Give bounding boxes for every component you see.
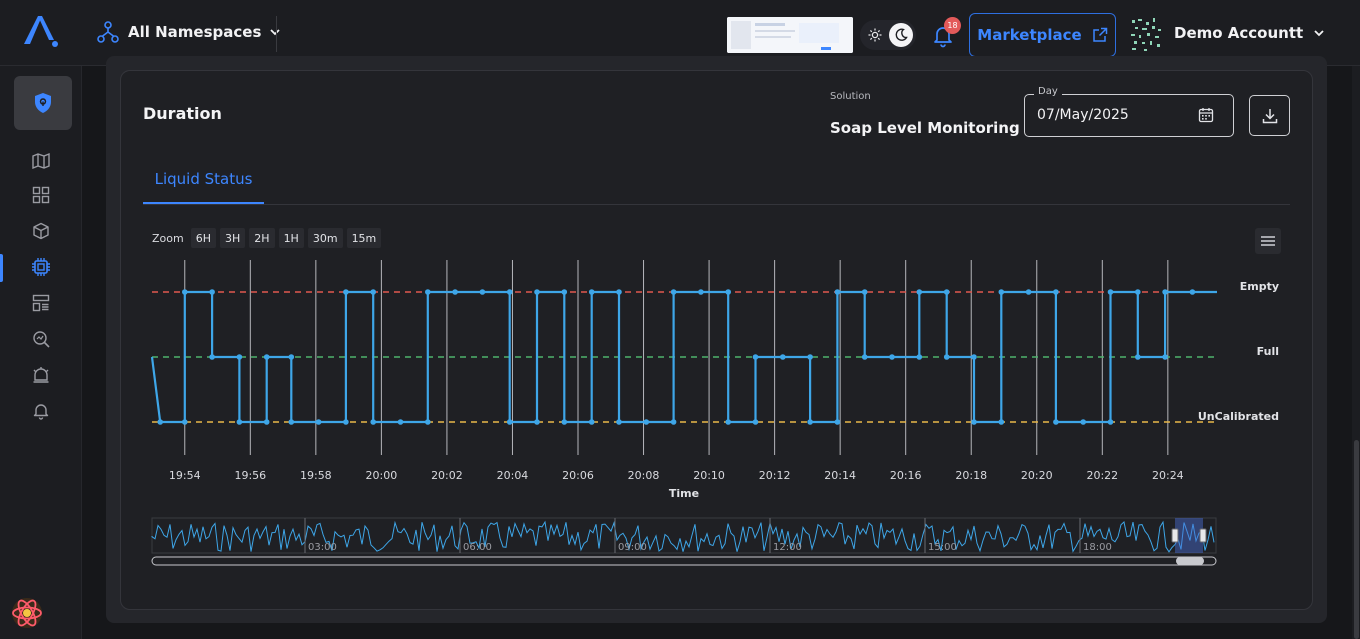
account-name: Demo Accountt: [1174, 24, 1304, 42]
sidebar-item-analytics[interactable]: [29, 327, 53, 351]
account-menu[interactable]: Demo Accountt: [1174, 24, 1325, 42]
chip-icon: [32, 258, 50, 276]
page-scrollbar[interactable]: [1354, 440, 1359, 639]
sidebar-item-map[interactable]: [29, 148, 53, 172]
sidebar-item-notifications[interactable]: [29, 399, 53, 423]
day-value[interactable]: 07/May/2025: [1037, 107, 1129, 123]
tab-liquid-status[interactable]: Liquid Status: [143, 170, 264, 204]
zoom-6h-button[interactable]: 6H: [190, 228, 216, 248]
zoom-30m-button[interactable]: 30m: [307, 228, 343, 248]
card-title: Duration: [143, 104, 222, 123]
avatar[interactable]: [1128, 16, 1166, 54]
sidebar-active-marker: [0, 254, 3, 282]
cube-icon: [33, 222, 49, 240]
namespace-selector[interactable]: All Namespaces: [96, 20, 281, 44]
app-logo[interactable]: [20, 10, 62, 52]
theme-toggle[interactable]: [860, 20, 916, 50]
zoom-1h-button[interactable]: 1H: [278, 228, 304, 248]
sidebar-item-solutions[interactable]: [29, 255, 53, 279]
shield-icon: [35, 93, 51, 113]
tab-label: Liquid Status: [154, 170, 253, 188]
download-icon: [1262, 108, 1277, 123]
dashboard-icon: [32, 186, 50, 204]
marketplace-label: Marketplace: [977, 26, 1082, 44]
solution-value: Soap Level Monitoring: [830, 119, 1020, 137]
sidebar-item-alarms[interactable]: [29, 363, 53, 387]
zoom-2h-button[interactable]: 2H: [249, 228, 275, 248]
zoom-controls: Zoom 6H 3H 2H 1H 30m 15m: [152, 228, 382, 248]
sidebar-item-layouts[interactable]: [29, 291, 53, 315]
search-analytics-icon: [33, 331, 50, 348]
marketplace-button[interactable]: Marketplace: [969, 13, 1116, 57]
divider: [276, 16, 277, 52]
navigator-left-handle[interactable]: [1171, 528, 1179, 543]
zoom-label: Zoom: [152, 231, 184, 245]
external-link-icon: [1092, 27, 1107, 42]
sidebar: [0, 66, 82, 639]
react-query-devtools-icon[interactable]: [10, 596, 44, 630]
bell-icon: [33, 404, 49, 420]
zoom-15m-button[interactable]: 15m: [346, 228, 382, 248]
zoom-3h-button[interactable]: 3H: [220, 228, 246, 248]
screenshot-thumbnail[interactable]: [727, 17, 853, 53]
sun-icon[interactable]: [863, 23, 887, 47]
chevron-down-icon: [1314, 30, 1324, 37]
duration-card: [120, 70, 1313, 610]
sidebar-item-dashboard[interactable]: [29, 183, 53, 207]
solution-label: Solution: [830, 91, 871, 102]
alarm-icon: [33, 367, 49, 383]
tab-divider: [143, 204, 1290, 205]
navigator-right-handle[interactable]: [1199, 528, 1207, 543]
hamburger-icon: [1261, 236, 1275, 246]
moon-icon[interactable]: [889, 23, 913, 47]
namespace-label: All Namespaces: [128, 23, 262, 41]
notification-count-badge: 18: [944, 17, 961, 34]
download-button[interactable]: [1249, 95, 1290, 136]
navigator-scrollbar-thumb[interactable]: [1176, 557, 1204, 565]
namespace-icon: [97, 21, 119, 43]
map-icon: [32, 152, 50, 169]
calendar-icon[interactable]: [1197, 106, 1215, 124]
chart-menu-button[interactable]: [1255, 228, 1281, 254]
layout-icon: [32, 294, 50, 312]
day-label: Day: [1034, 86, 1062, 97]
sidebar-item-devices[interactable]: [29, 219, 53, 243]
sidebar-item-security[interactable]: [14, 76, 72, 130]
